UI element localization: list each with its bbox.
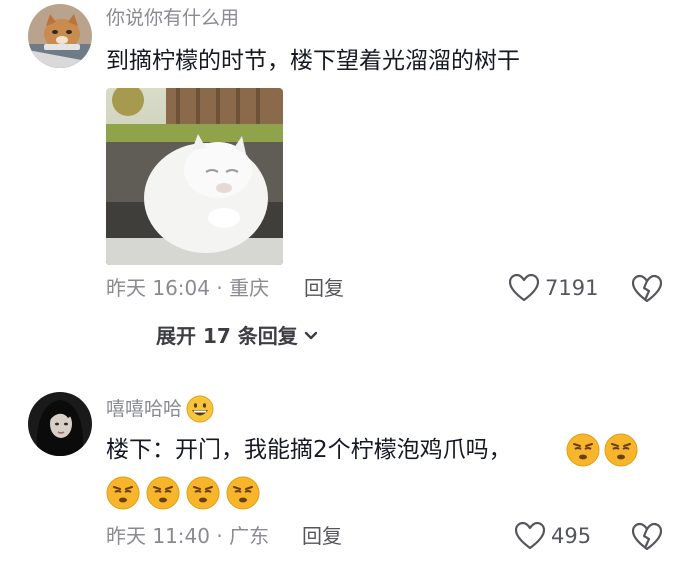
comment-item: 你说你有什么用 到摘柠檬的时节，楼下望着光溜溜的树干 昨天 16:04 · 重庆… [0, 0, 690, 360]
huffing-face-icon [226, 476, 260, 510]
comment-meta: 昨天 11:40 · 广东 [106, 524, 270, 548]
comment-text: 楼下：开门，我能摘2个柠檬泡鸡爪吗， [106, 435, 512, 465]
cat-avatar-icon [28, 4, 92, 68]
white-cat-photo-icon [106, 88, 283, 265]
broken-heart-icon[interactable] [632, 274, 662, 304]
avatar[interactable] [28, 4, 92, 68]
username[interactable]: 嘻嘻哈哈 [106, 395, 214, 423]
username-text: 嘻嘻哈哈 [106, 398, 183, 420]
heart-icon [515, 522, 545, 550]
avatar[interactable] [28, 392, 92, 456]
huffing-face-icon [106, 476, 140, 510]
huffing-face-icon [604, 433, 638, 467]
comment-text: 到摘柠檬的时节，楼下望着光溜溜的树干 [106, 48, 520, 74]
grinning-face-icon [186, 395, 214, 423]
comment-photo[interactable] [106, 88, 283, 265]
comment-item: 嘻嘻哈哈 楼下：开门，我能摘2个柠檬泡鸡爪吗， 昨天 11:40 · 广东 回复… [0, 380, 690, 565]
broken-heart-icon[interactable] [632, 522, 662, 552]
huffing-face-icon [146, 476, 180, 510]
like-count: 495 [551, 524, 592, 548]
like-button[interactable]: 495 [515, 521, 591, 551]
comment-meta: 昨天 16:04 · 重庆 [106, 276, 270, 300]
comment-text-content: 楼下：开门，我能摘2个柠檬泡鸡爪吗， [106, 437, 512, 463]
reply-button[interactable]: 回复 [302, 523, 342, 549]
chevron-down-icon [304, 331, 317, 340]
huffing-face-icon [186, 476, 220, 510]
username[interactable]: 你说你有什么用 [106, 6, 239, 30]
heart-icon [509, 274, 539, 302]
like-count: 7191 [545, 276, 599, 300]
expand-replies-label: 展开 17 条回复 [156, 324, 298, 348]
expand-replies-button[interactable]: 展开 17 条回复 [156, 323, 318, 349]
girl-avatar-icon [28, 392, 92, 456]
like-button[interactable]: 7191 [509, 273, 598, 303]
reply-button[interactable]: 回复 [304, 275, 344, 301]
huffing-face-icon [566, 433, 600, 467]
